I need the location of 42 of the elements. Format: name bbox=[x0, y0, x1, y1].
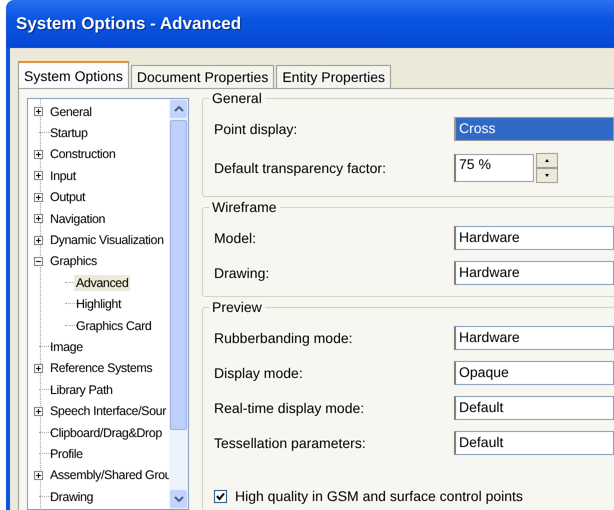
tab[interactable]: Document Properties bbox=[130, 65, 274, 88]
field-label: Default transparency factor: bbox=[214, 160, 387, 176]
tree-item[interactable]: Image bbox=[48, 338, 85, 355]
tree-item[interactable]: Advanced bbox=[74, 274, 130, 291]
tab[interactable]: System Options bbox=[18, 61, 129, 88]
dropdown[interactable]: Opaque bbox=[454, 360, 614, 384]
field-label: Rubberbanding mode: bbox=[214, 330, 354, 346]
tree-item[interactable]: Clipboard/Drag&Drop bbox=[48, 424, 164, 441]
group-title: Preview bbox=[209, 299, 265, 315]
dropdown[interactable]: Hardware bbox=[454, 326, 614, 350]
window-title: System Options - Advanced bbox=[16, 14, 242, 34]
field-label: Point display: bbox=[214, 120, 298, 136]
dropdown[interactable]: Hardware bbox=[454, 226, 614, 250]
tree-item[interactable]: Profile bbox=[48, 446, 85, 462]
group-title: General bbox=[209, 90, 265, 106]
dropdown[interactable]: Default bbox=[454, 396, 614, 420]
dropdown[interactable]: Default bbox=[454, 430, 614, 454]
field-label: Tessellation parameters: bbox=[214, 434, 367, 450]
tree-item[interactable]: Graphics Card bbox=[74, 318, 154, 334]
tree-item[interactable]: Drawing bbox=[48, 488, 96, 505]
dropdown[interactable]: Hardware bbox=[454, 260, 614, 284]
tree-item[interactable]: Construction bbox=[48, 146, 118, 162]
tree-item[interactable]: Navigation bbox=[48, 210, 108, 227]
dropdown[interactable]: Cross bbox=[454, 116, 614, 140]
group-title: Wireframe bbox=[209, 199, 280, 215]
field-label: Model: bbox=[214, 230, 258, 246]
tree-item[interactable]: Highlight bbox=[74, 296, 124, 312]
tree-item[interactable]: Speech Interface/Sour bbox=[48, 403, 168, 420]
field-label: Real-time display mode: bbox=[214, 400, 366, 416]
tree-item[interactable]: Graphics bbox=[48, 253, 99, 270]
tree-item[interactable]: General bbox=[48, 104, 94, 120]
spin-field[interactable]: 75 % bbox=[454, 154, 534, 182]
tree-item[interactable]: Dynamic Visualization bbox=[48, 232, 166, 248]
tree-item[interactable]: Startup bbox=[48, 125, 90, 142]
tree-item[interactable]: Reference Systems bbox=[48, 360, 154, 376]
tab[interactable]: Entity Properties bbox=[276, 65, 392, 88]
tree-item[interactable]: Library Path bbox=[48, 382, 115, 398]
field-label: Display mode: bbox=[214, 364, 304, 380]
field-label: Drawing: bbox=[214, 264, 270, 280]
tree-item[interactable]: Input bbox=[48, 168, 78, 184]
tree-item[interactable]: Output bbox=[48, 189, 88, 206]
checkbox-label: High quality in GSM and surface control points bbox=[235, 488, 523, 504]
